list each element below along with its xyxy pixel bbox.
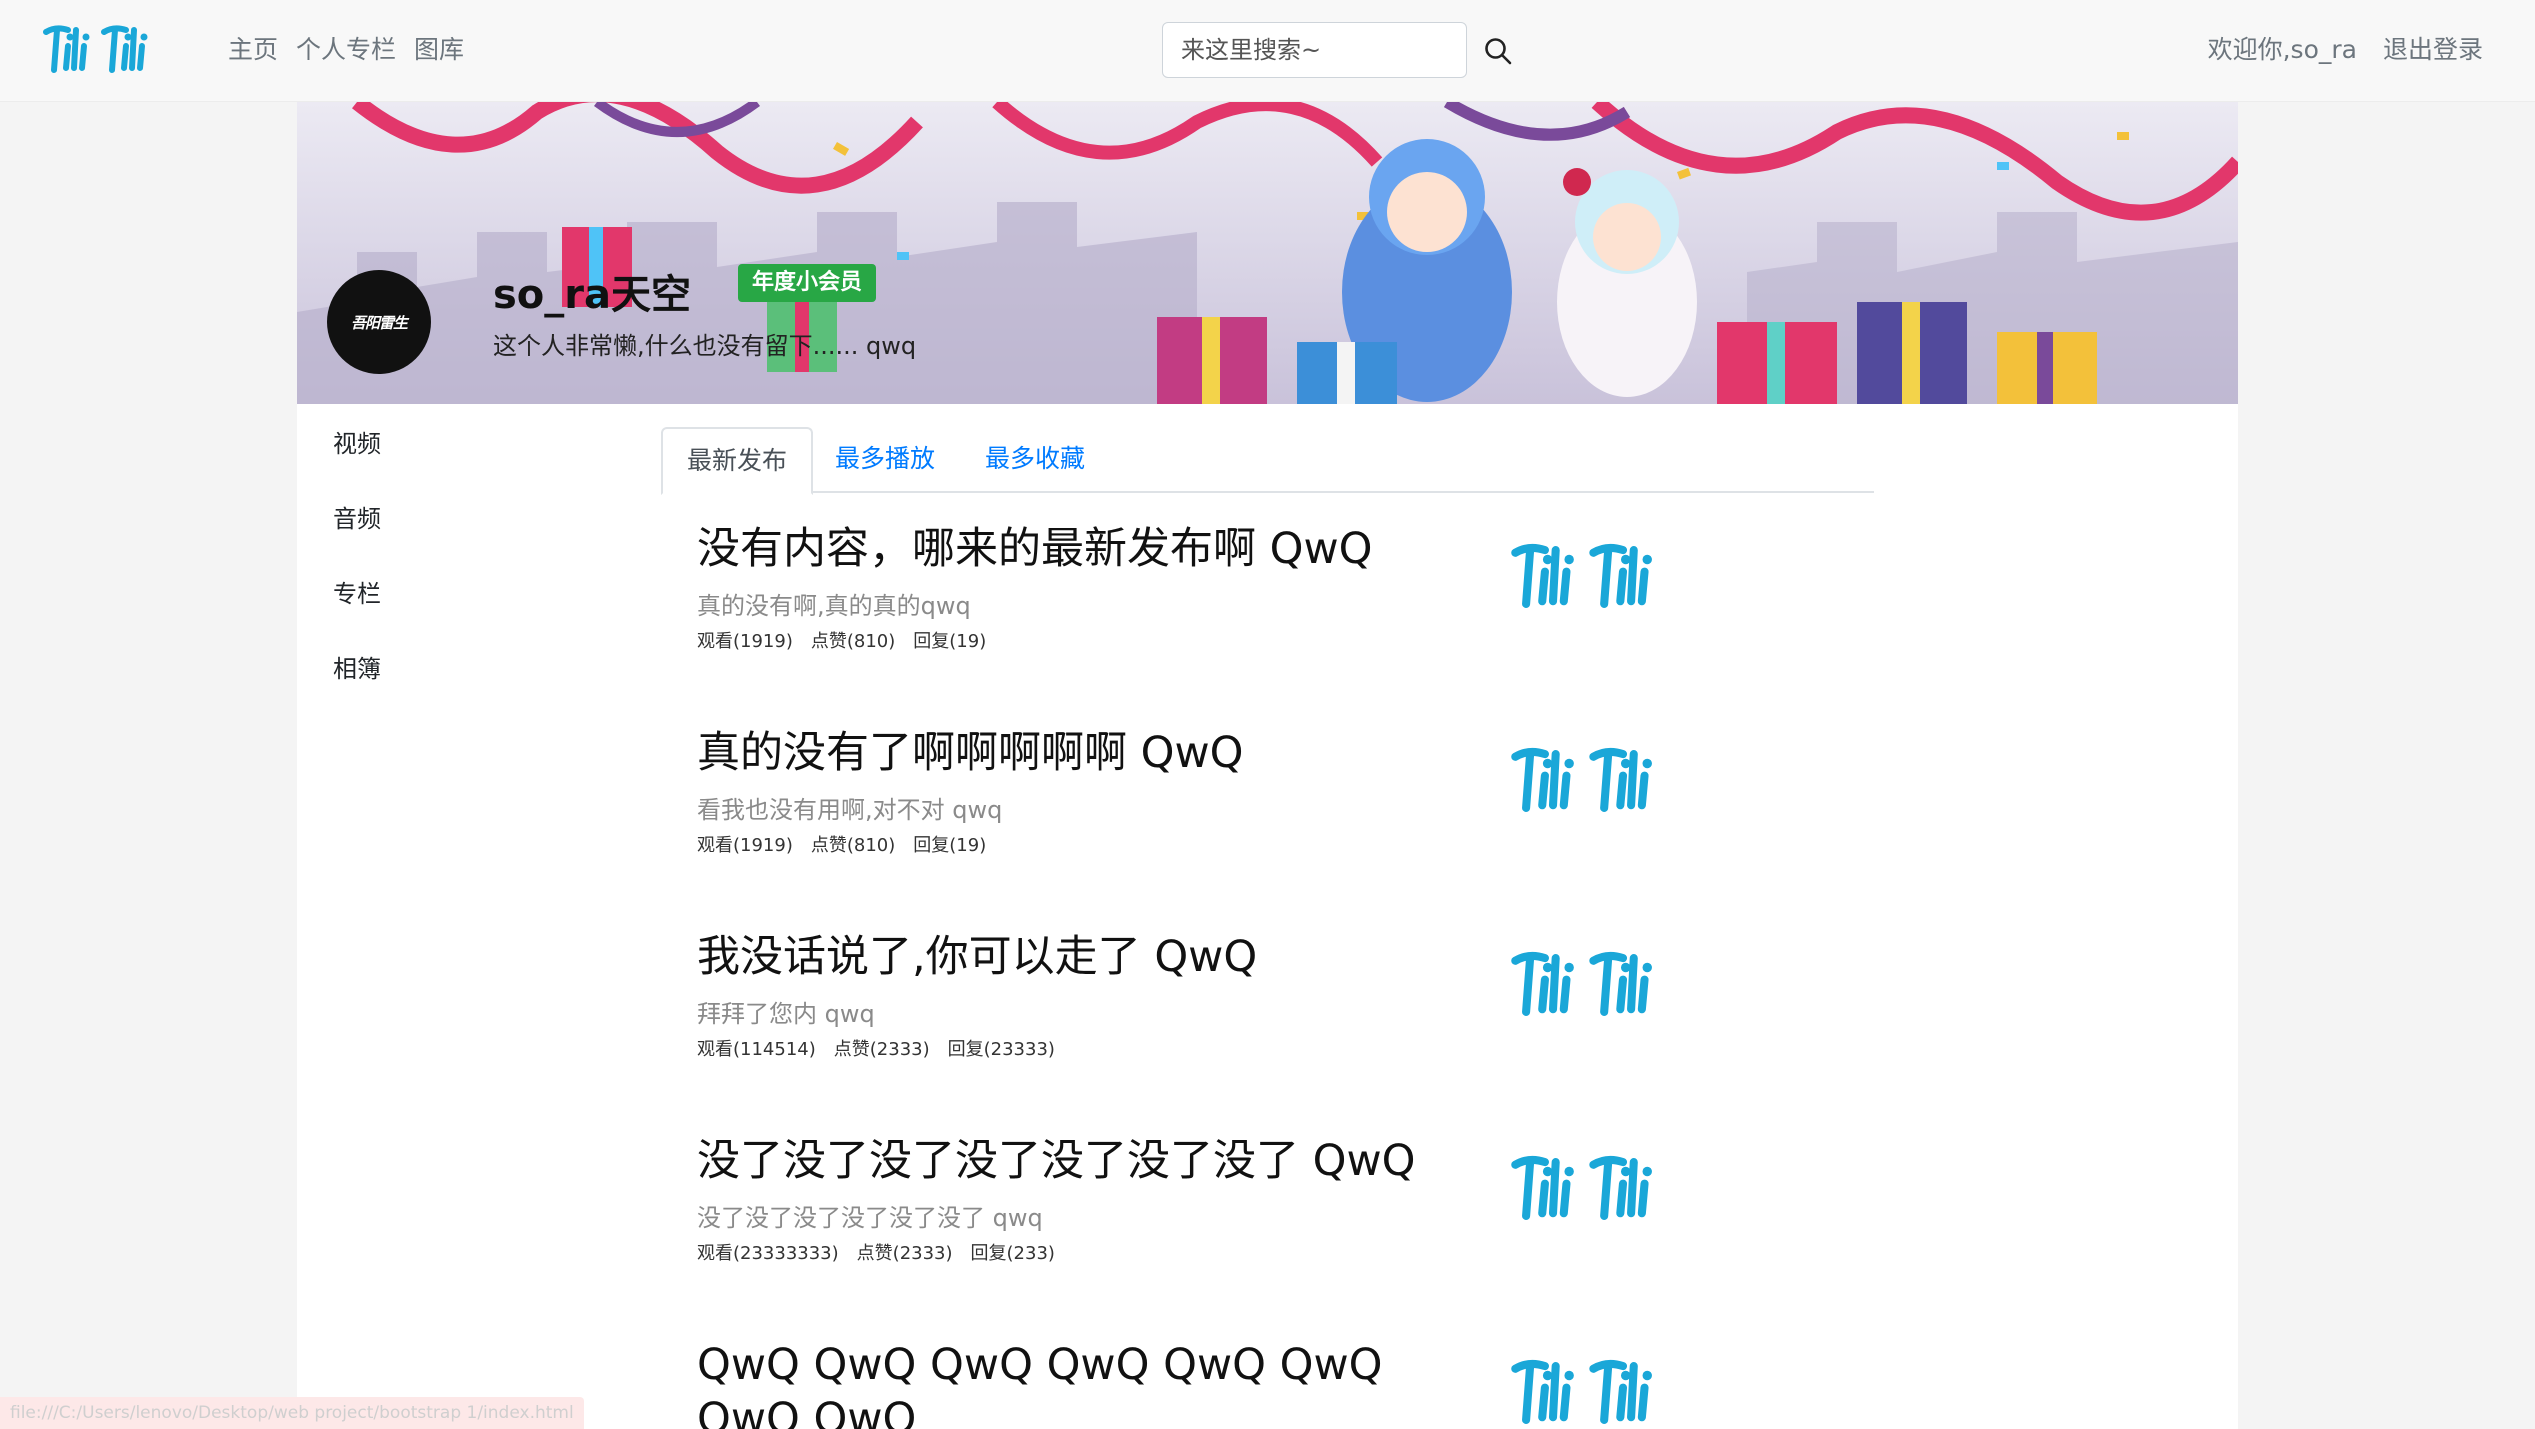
like-count: 点赞(810) [810,631,896,652]
article-meta: 观看(114514) 点赞(2333) 回复(23333) [697,1035,1497,1061]
user-signature: 这个人非常懒,什么也没有留下...... qwq [493,332,917,360]
article-desc: 真的没有啊,真的真的qwq [697,592,971,620]
view-count: 观看(114514) [697,1039,816,1060]
article-item[interactable]: 真的没有了啊啊啊啊啊 QwQ 看我也没有用啊,对不对 qwq 观看(1919) … [697,726,1497,857]
article-thumbnail-logo[interactable] [1507,542,1669,612]
profile-banner: 吾阳雷生 so_ra天空 年度小会员 这个人非常懒,什么也没有留下...... … [297,102,2238,404]
search-input[interactable] [1162,22,1467,78]
article-meta: 观看(1919) 点赞(810) 回复(19) [697,831,1497,857]
article-item[interactable]: 没有内容，哪来的最新发布啊 QwQ 真的没有啊,真的真的qwq 观看(1919)… [697,522,1497,653]
sidebar-item-album[interactable]: 相簿 [333,649,381,724]
sidebar-item-column[interactable]: 专栏 [333,574,381,649]
view-count: 观看(1919) [697,631,793,652]
article-desc: 看我也没有用啊,对不对 qwq [697,796,1003,824]
welcome-text: 欢迎你,so_ra [2207,35,2357,64]
article-title[interactable]: 我没话说了,你可以走了 QwQ [697,930,1497,984]
article-title[interactable]: 没了没了没了没了没了没了没了 QwQ [697,1134,1497,1188]
view-count: 观看(23333333) [697,1243,839,1264]
article-thumbnail-logo[interactable] [1507,950,1669,1020]
article-title[interactable]: 没有内容，哪来的最新发布啊 QwQ [697,522,1497,576]
search-button[interactable] [1482,36,1514,68]
logout-link[interactable]: 退出登录 [2383,30,2483,70]
nav-link-home[interactable]: 主页 [228,30,278,70]
user-avatar[interactable]: 吾阳雷生 [327,270,431,374]
article-item[interactable]: 没了没了没了没了没了没了没了 QwQ 没了没了没了没了没了没了 qwq 观看(2… [697,1134,1497,1265]
article-thumbnail-logo[interactable] [1507,746,1669,816]
sidebar-item-audio[interactable]: 音频 [333,499,381,574]
like-count: 点赞(810) [810,835,896,856]
status-bar-url: file:///C:/Users/lenovo/Desktop/web proj… [0,1397,584,1429]
sidebar-item-video[interactable]: 视频 [333,424,381,499]
article-item[interactable]: 我没话说了,你可以走了 QwQ 拜拜了您内 qwq 观看(114514) 点赞(… [697,930,1497,1061]
article-title[interactable]: QwQ QwQ QwQ QwQ QwQ QwQ [697,1338,1497,1392]
top-navbar: 主页 个人专栏 图库 欢迎你,so_ra 退出登录 [0,0,2535,102]
reply-count: 回复(19) [913,631,987,652]
article-item[interactable]: QwQ QwQ QwQ QwQ QwQ QwQ QwQ QwQ [697,1338,1497,1429]
reply-count: 回复(19) [913,835,987,856]
article-title-line2[interactable]: QwQ QwQ [697,1392,1497,1429]
content-tabs: 最新发布 最多播放 最多收藏 [661,427,1874,495]
main-panel: 吾阳雷生 so_ra天空 年度小会员 这个人非常懒,什么也没有留下...... … [297,102,2238,1429]
reply-count: 回复(23333) [947,1039,1055,1060]
nav-links: 主页 个人专栏 图库 [228,30,464,70]
nav-link-column[interactable]: 个人专栏 [296,30,396,70]
tab-most-favorited[interactable]: 最多收藏 [961,427,1109,493]
like-count: 点赞(2333) [833,1039,930,1060]
article-desc: 拜拜了您内 qwq [697,1000,875,1028]
article-meta: 观看(23333333) 点赞(2333) 回复(233) [697,1239,1497,1265]
user-name: so_ra天空 [493,272,692,318]
view-count: 观看(1919) [697,835,793,856]
article-title[interactable]: 真的没有了啊啊啊啊啊 QwQ [697,726,1497,780]
nav-link-gallery[interactable]: 图库 [414,30,464,70]
reply-count: 回复(233) [970,1243,1055,1264]
article-thumbnail-logo[interactable] [1507,1154,1669,1224]
article-desc: 没了没了没了没了没了没了 qwq [697,1204,1043,1232]
sidebar: 视频 音频 专栏 相簿 [333,424,381,724]
search-icon [1485,38,1512,65]
like-count: 点赞(2333) [856,1243,953,1264]
tab-most-played[interactable]: 最多播放 [811,427,959,493]
nav-user-area: 欢迎你,so_ra 退出登录 [2208,30,2483,70]
tab-latest[interactable]: 最新发布 [661,427,814,495]
brand-logo[interactable] [42,24,158,76]
article-meta: 观看(1919) 点赞(810) 回复(19) [697,627,1497,653]
vip-badge: 年度小会员 [738,264,877,302]
article-thumbnail-logo[interactable] [1507,1358,1669,1428]
